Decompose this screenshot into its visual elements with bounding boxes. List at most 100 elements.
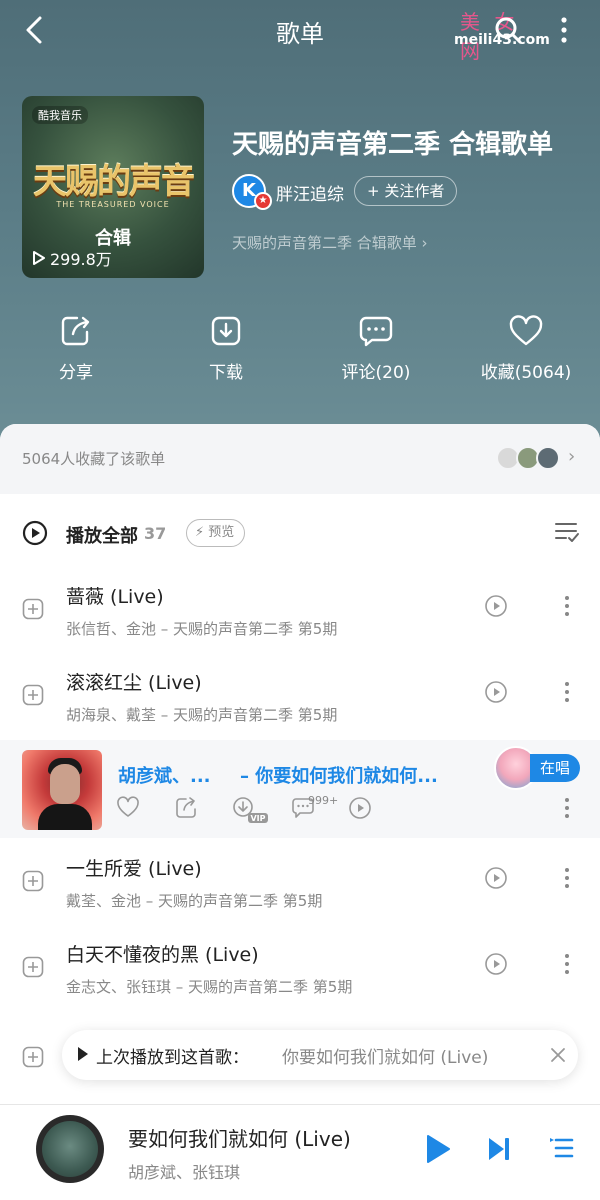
toast-song: 你要如何我们就如何 (Live)	[282, 1048, 489, 1068]
song-row[interactable]: 滚滚红尘 (Live) 胡海泉、戴荃 – 天赐的声音第二季 第5期	[0, 654, 600, 740]
live-singing-badge[interactable]: 在唱	[530, 754, 580, 782]
comment-icon	[359, 316, 393, 347]
share-button[interactable]	[174, 796, 198, 824]
song-title: 白天不懂夜的黑 (Live)	[66, 944, 259, 966]
more-vertical-icon	[565, 798, 569, 818]
player-disc-cover[interactable]	[36, 1115, 104, 1183]
player-disc-art	[42, 1121, 98, 1177]
playlist-title: 天赐的声音第二季 合辑歌单	[232, 130, 554, 160]
play-mv-button[interactable]	[484, 952, 508, 980]
video-play-icon	[485, 953, 507, 975]
add-to-list-button[interactable]	[22, 870, 44, 896]
toast-close-button[interactable]	[548, 1045, 568, 1069]
play-all-button[interactable]	[22, 520, 48, 550]
add-to-list-button[interactable]	[22, 956, 44, 982]
close-icon	[551, 1048, 565, 1062]
song-more-button[interactable]	[562, 680, 572, 708]
comment-count-badge: 999+	[308, 794, 339, 807]
share-icon	[176, 797, 196, 818]
bolt-icon: ⚡	[195, 525, 205, 540]
download-label: 下载	[209, 363, 243, 383]
play-outline-icon	[33, 251, 45, 265]
play-mv-button[interactable]	[348, 796, 372, 824]
collectors-bar[interactable]: 5064人收藏了该歌单 ›	[0, 424, 600, 494]
cover-brand-badge: 酷我音乐	[32, 106, 88, 124]
plus-square-icon	[22, 684, 44, 706]
song-more-button[interactable]	[562, 796, 572, 824]
video-play-icon	[485, 595, 507, 617]
more-vertical-icon	[561, 17, 567, 43]
add-to-list-button[interactable]	[22, 598, 44, 624]
play-all-row: 播放全部 37 ⚡ 预览	[0, 510, 600, 560]
collect-button[interactable]: 收藏(5064)	[466, 314, 586, 383]
more-vertical-icon	[565, 868, 569, 888]
cover-title: 天赐的声音	[33, 162, 195, 202]
collector-avatar	[536, 446, 560, 470]
play-button[interactable]	[424, 1133, 452, 1169]
song-meta: 金志文、张钰琪 – 天赐的声音第二季 第5期	[66, 978, 353, 996]
svg-text:VIP: VIP	[250, 814, 265, 823]
batch-manage-button[interactable]	[554, 520, 580, 548]
song-count: 37	[144, 524, 167, 543]
play-icon	[427, 1135, 450, 1163]
skip-next-icon	[489, 1138, 509, 1160]
mini-player[interactable]: 要如何我们就如何 (Live) 胡彦斌、张钰琪	[0, 1104, 600, 1200]
queue-list-icon	[550, 1138, 574, 1158]
song-meta: 张信哲、金池 – 天赐的声音第二季 第5期	[66, 620, 338, 638]
player-song-title: 要如何我们就如何 (Live)	[128, 1127, 351, 1151]
song-more-button[interactable]	[562, 594, 572, 622]
play-mv-button[interactable]	[484, 680, 508, 708]
more-vertical-icon	[565, 682, 569, 702]
cover-figure-body	[38, 804, 92, 830]
collect-label: 收藏(5064)	[480, 363, 572, 383]
preview-button[interactable]: ⚡ 预览	[186, 519, 246, 547]
play-mv-button[interactable]	[484, 594, 508, 622]
playlist-header: 歌单 美 女 网 meili43.com 酷我音乐 天赐的声音 THE TREA…	[0, 0, 600, 450]
toast-label: 上次播放到这首歌：	[96, 1048, 249, 1068]
video-play-icon	[349, 797, 371, 819]
author-name[interactable]: 胖汪追综	[276, 180, 344, 205]
download-vip-icon: VIP	[233, 797, 268, 823]
video-play-icon	[485, 867, 507, 889]
more-vertical-icon	[565, 954, 569, 974]
next-track-button[interactable]	[486, 1135, 512, 1167]
add-to-list-button[interactable]	[22, 1046, 44, 1072]
comment-button[interactable]: 评论(20)	[316, 314, 436, 383]
play-count-value: 299.8万	[50, 250, 112, 269]
add-to-list-button[interactable]	[22, 684, 44, 710]
watermark-logo: 美 女 网 meili43.com	[430, 6, 550, 63]
plus-square-icon	[22, 956, 44, 978]
chevron-right-icon: ›	[568, 446, 576, 467]
play-mv-button[interactable]	[484, 866, 508, 894]
song-row[interactable]: 蔷薇 (Live) 张信哲、金池 – 天赐的声音第二季 第5期	[0, 568, 600, 654]
cover-subtitle: THE TREASURED VOICE	[56, 200, 170, 209]
like-button[interactable]	[116, 796, 140, 822]
playlist-cover[interactable]: 酷我音乐 天赐的声音 THE TREASURED VOICE 合辑 299.8万	[22, 96, 204, 278]
now-playing-song-row[interactable]: 胡彦斌、... – 你要如何我们就如何... 在唱 VIP 999+	[0, 740, 600, 838]
heart-icon	[117, 796, 139, 817]
playlist-description[interactable]: 天赐的声音第二季 合辑歌单 ›	[232, 232, 428, 253]
song-more-button[interactable]	[562, 866, 572, 894]
resume-toast[interactable]: 上次播放到这首歌： 你要如何我们就如何 (Live)	[62, 1030, 578, 1080]
share-label: 分享	[59, 363, 93, 383]
now-playing-title: – 你要如何我们就如何...	[240, 766, 438, 787]
song-row[interactable]: 一生所爱 (Live) 戴荃、金池 – 天赐的声音第二季 第5期	[0, 840, 600, 926]
download-button[interactable]: 下载	[166, 314, 286, 383]
plus-square-icon	[22, 598, 44, 620]
download-vip-button[interactable]: VIP	[232, 796, 272, 828]
playlist-queue-button[interactable]	[548, 1135, 574, 1165]
now-playing-artists: 胡彦斌、...	[118, 766, 211, 787]
more-options-button[interactable]	[552, 14, 576, 46]
follow-author-button[interactable]: + 关注作者	[354, 176, 458, 206]
song-title: 一生所爱 (Live)	[66, 858, 202, 880]
song-more-button[interactable]	[562, 952, 572, 980]
song-row[interactable]: 白天不懂夜的黑 (Live) 金志文、张钰琪 – 天赐的声音第二季 第5期	[0, 926, 600, 1012]
plus-square-icon	[22, 870, 44, 892]
search-button[interactable]	[492, 14, 524, 46]
more-vertical-icon	[565, 596, 569, 616]
preview-label: 预览	[208, 525, 235, 540]
play-triangle-icon	[78, 1047, 88, 1061]
share-button[interactable]: 分享	[16, 314, 136, 383]
song-title: 蔷薇 (Live)	[66, 586, 164, 608]
play-all-label[interactable]: 播放全部	[66, 522, 138, 548]
